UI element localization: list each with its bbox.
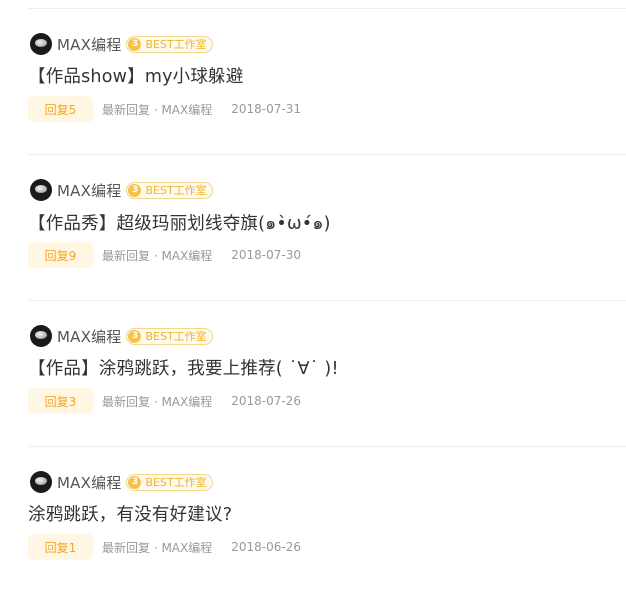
divider [28, 154, 626, 155]
badge-label: BEST工作室 [145, 38, 207, 51]
post-title[interactable]: 【作品】涂鸦跳跃，我要上推荐( ˙∀˙ )! [28, 355, 339, 380]
post-meta: 回复3 最新回复 · MAX编程 2018-07-26 [28, 388, 301, 414]
post-list: MAX编程 3 BEST工作室 【作品show】my小球躲避 回复5 最新回复 … [0, 0, 626, 591]
post-date: 2018-07-31 [231, 102, 301, 116]
level-badge-icon: 3 [128, 475, 142, 489]
last-reply-info: 最新回复 · MAX编程 [102, 248, 213, 263]
level-badge-icon: 3 [128, 183, 142, 197]
author-name[interactable]: MAX编程 [57, 180, 121, 201]
author-name[interactable]: MAX编程 [57, 472, 121, 493]
post-meta: 回复5 最新回复 · MAX编程 2018-07-31 [28, 96, 301, 122]
post-title[interactable]: 【作品show】my小球躲避 [28, 63, 243, 88]
last-reply-info: 最新回复 · MAX编程 [102, 540, 213, 555]
divider [28, 300, 626, 301]
divider [28, 8, 626, 9]
post-meta: 回复1 最新回复 · MAX编程 2018-06-26 [28, 534, 301, 560]
divider [28, 446, 626, 447]
studio-badge[interactable]: 3 BEST工作室 [126, 181, 213, 199]
avatar-icon[interactable] [30, 471, 52, 493]
author-name[interactable]: MAX编程 [57, 34, 121, 55]
post-title[interactable]: 涂鸦跳跃，有没有好建议? [28, 501, 232, 526]
author-row: MAX编程 3 BEST工作室 [30, 32, 213, 56]
reply-count-chip[interactable]: 回复5 [28, 96, 93, 122]
level-badge-icon: 3 [128, 329, 142, 343]
author-row: MAX编程 3 BEST工作室 [30, 324, 213, 348]
level-badge-icon: 3 [128, 37, 142, 51]
badge-label: BEST工作室 [145, 330, 207, 343]
post-title[interactable]: 【作品秀】超级玛丽划线夺旗(๑•̀ω•́๑) [28, 209, 331, 237]
reply-count-chip[interactable]: 回复3 [28, 388, 93, 414]
post-item[interactable]: MAX编程 3 BEST工作室 【作品秀】超级玛丽划线夺旗(๑•̀ω•́๑) 回… [0, 178, 626, 324]
post-meta: 回复9 最新回复 · MAX编程 2018-07-30 [28, 242, 301, 268]
avatar-icon[interactable] [30, 325, 52, 347]
studio-badge[interactable]: 3 BEST工作室 [126, 327, 213, 345]
avatar-icon[interactable] [30, 179, 52, 201]
last-reply-info: 最新回复 · MAX编程 [102, 394, 213, 409]
post-date: 2018-07-30 [231, 248, 301, 262]
author-row: MAX编程 3 BEST工作室 [30, 178, 213, 202]
post-item[interactable]: MAX编程 3 BEST工作室 【作品】涂鸦跳跃，我要上推荐( ˙∀˙ )! 回… [0, 324, 626, 470]
post-item[interactable]: MAX编程 3 BEST工作室 【作品show】my小球躲避 回复5 最新回复 … [0, 32, 626, 178]
post-date: 2018-06-26 [231, 540, 301, 554]
last-reply-info: 最新回复 · MAX编程 [102, 102, 213, 117]
post-item[interactable]: MAX编程 3 BEST工作室 涂鸦跳跃，有没有好建议? 回复1 最新回复 · … [0, 470, 626, 591]
studio-badge[interactable]: 3 BEST工作室 [126, 473, 213, 491]
reply-count-chip[interactable]: 回复1 [28, 534, 93, 560]
avatar-icon[interactable] [30, 33, 52, 55]
badge-label: BEST工作室 [145, 184, 207, 197]
badge-label: BEST工作室 [145, 476, 207, 489]
post-date: 2018-07-26 [231, 394, 301, 408]
author-row: MAX编程 3 BEST工作室 [30, 470, 213, 494]
author-name[interactable]: MAX编程 [57, 326, 121, 347]
reply-count-chip[interactable]: 回复9 [28, 242, 93, 268]
studio-badge[interactable]: 3 BEST工作室 [126, 35, 213, 53]
